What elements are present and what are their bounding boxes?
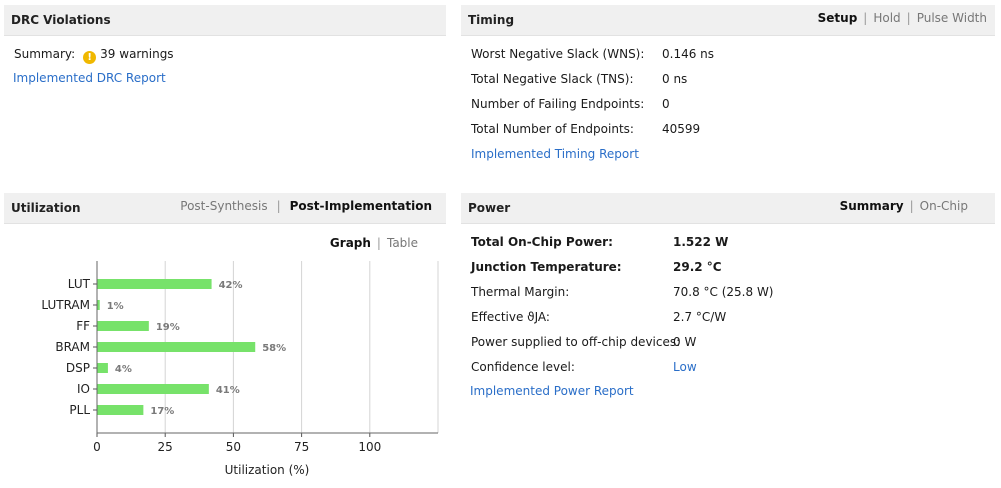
timing-label: Total Number of Endpoints:	[471, 122, 634, 136]
chart-value-label: 17%	[150, 406, 174, 417]
power-title: Power	[468, 201, 511, 215]
confidence-level-link[interactable]: Low	[673, 360, 697, 374]
timing-panel: Timing Setup | Hold | Pulse Width Worst Nega…	[461, 5, 995, 177]
power-label: Total On-Chip Power:	[471, 235, 613, 249]
tab-on-chip[interactable]: On-Chip	[920, 199, 968, 213]
tab-setup[interactable]: Setup	[818, 11, 858, 25]
warning-icon: !	[83, 51, 97, 64]
power-value[interactable]: 1.522 W	[673, 235, 728, 249]
power-label: Thermal Margin:	[471, 285, 570, 299]
chart-bar	[97, 384, 209, 394]
drc-panel: DRC Violations Summary:! 39 warnings Impl…	[4, 5, 446, 177]
tab-separator: |	[906, 11, 911, 25]
chart-bar	[97, 405, 144, 415]
power-value[interactable]: 2.7 °C/W	[673, 310, 726, 324]
tab-post-synthesis[interactable]: Post-Synthesis	[180, 199, 267, 213]
chart-category-label: FF	[76, 319, 90, 333]
power-header: Power Summary | On-Chip	[461, 193, 995, 224]
timing-value[interactable]: 0.146 ns	[662, 47, 714, 61]
chart-category-label: LUTRAM	[41, 298, 90, 312]
chart-value-label: 41%	[216, 385, 240, 396]
chart-bar	[97, 342, 256, 352]
drc-warnings-count[interactable]: 39 warnings	[100, 47, 173, 61]
chart-category-label: LUT	[68, 277, 91, 291]
power-value[interactable]: 70.8 °C (25.8 W)	[673, 285, 774, 299]
chart-value-label: 19%	[156, 322, 180, 333]
chart-category-label: PLL	[69, 403, 90, 417]
timing-label: Worst Negative Slack (WNS):	[471, 47, 645, 61]
power-label: Junction Temperature:	[471, 260, 622, 274]
drc-summary: Summary:! 39 warnings	[14, 47, 174, 64]
power-label: Effective ϑJA:	[471, 310, 550, 324]
power-label: Power supplied to off-chip devices:	[471, 335, 681, 349]
timing-value[interactable]: 0 ns	[662, 72, 687, 86]
drc-summary-label: Summary:	[14, 47, 76, 61]
utilization-header: Utilization Post-Synthesis | Post-Implemen…	[4, 193, 446, 224]
chart-x-axis-label: Utilization (%)	[225, 463, 310, 477]
chart-value-label: 4%	[115, 364, 132, 375]
timing-header: Timing Setup | Hold | Pulse Width	[461, 5, 995, 36]
drc-title: DRC Violations	[11, 13, 111, 27]
chart-value-label: 42%	[219, 280, 243, 291]
chart-x-tick-label: 75	[294, 440, 309, 454]
utilization-chart: 42% 1% 19% 58% 4% 41% 17% 0 25 50 75 100 LUT LUTRAM F…	[41, 261, 439, 477]
chart-category-label: BRAM	[55, 340, 90, 354]
timing-report-link[interactable]: Implemented Timing Report	[471, 147, 639, 161]
chart-x-tick-label: 25	[158, 440, 173, 454]
power-value[interactable]: 0 W	[673, 335, 696, 349]
drc-header: DRC Violations	[4, 5, 446, 36]
chart-category-label: IO	[77, 382, 90, 396]
chart-x-tick-label: 50	[226, 440, 241, 454]
timing-label: Number of Failing Endpoints:	[471, 97, 645, 111]
utilization-tabs: Post-Synthesis | Post-Implementation	[180, 199, 432, 213]
tab-separator: |	[863, 11, 868, 25]
power-value[interactable]: 29.2 °C	[673, 260, 722, 274]
tab-post-implementation[interactable]: Post-Implementation	[290, 199, 432, 213]
chart-bar	[97, 363, 108, 373]
tab-graph[interactable]: Graph	[330, 236, 371, 250]
drc-report-link[interactable]: Implemented DRC Report	[13, 71, 166, 85]
timing-label: Total Negative Slack (TNS):	[471, 72, 634, 86]
chart-value-label: 58%	[262, 343, 286, 354]
tab-separator: |	[276, 199, 281, 213]
chart-x-tick-label: 100	[358, 440, 381, 454]
tab-table[interactable]: Table	[387, 236, 418, 250]
chart-x-tick-label: 0	[93, 440, 101, 454]
power-panel: Power Summary | On-Chip Total On-Chip Powe…	[461, 193, 995, 483]
tab-separator: |	[909, 199, 914, 213]
power-report-link[interactable]: Implemented Power Report	[470, 384, 634, 398]
chart-category-label: DSP	[66, 361, 90, 375]
view-tabs: Graph | Table	[330, 236, 418, 250]
chart-bars: 42% 1% 19% 58% 4% 41% 17%	[97, 279, 286, 417]
timing-value[interactable]: 0	[662, 97, 670, 111]
timing-tabs: Setup | Hold | Pulse Width	[818, 11, 987, 25]
tab-separator: |	[376, 236, 381, 250]
timing-value[interactable]: 40599	[662, 122, 700, 136]
chart-bar	[97, 279, 212, 289]
power-label: Confidence level:	[471, 360, 575, 374]
tab-pulse-width[interactable]: Pulse Width	[917, 11, 987, 25]
utilization-title: Utilization	[11, 201, 81, 215]
tab-summary[interactable]: Summary	[840, 199, 904, 213]
tab-hold[interactable]: Hold	[873, 11, 900, 25]
chart-value-label: 1%	[107, 301, 124, 312]
power-tabs: Summary | On-Chip	[840, 199, 968, 213]
timing-title: Timing	[468, 13, 515, 27]
chart-bar	[97, 321, 149, 331]
